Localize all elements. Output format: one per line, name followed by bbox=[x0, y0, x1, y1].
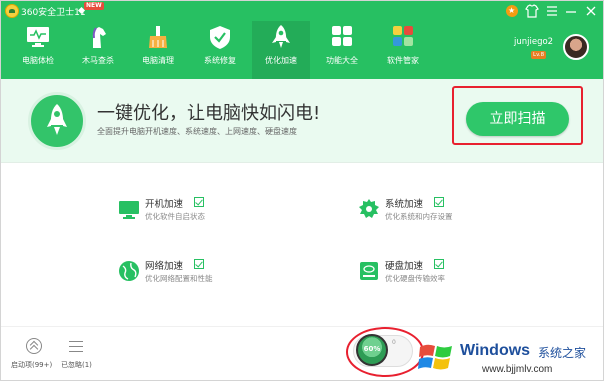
startup-items-label: 启动项(99+) bbox=[11, 361, 53, 369]
feature-title: 系统加速 bbox=[385, 199, 424, 210]
windows-logo-icon bbox=[418, 344, 452, 370]
feature-checkbox[interactable] bbox=[434, 197, 444, 207]
app-window: 360安全卫士11 NEW ★ 电脑体检 木马查杀 电脑清理 系统修复 优化加速… bbox=[0, 0, 604, 381]
grid-icon bbox=[332, 26, 352, 46]
apps-icon bbox=[393, 26, 413, 46]
gear-icon bbox=[359, 199, 379, 218]
scan-now-button[interactable]: 立即扫描 bbox=[466, 102, 569, 136]
tab-system-repair[interactable]: 系统修复 bbox=[191, 21, 249, 79]
feature-title: 硬盘加速 bbox=[385, 261, 424, 272]
monitor-icon bbox=[119, 201, 139, 219]
feature-title: 开机加速 bbox=[145, 199, 184, 210]
feature-title: 网络加速 bbox=[145, 261, 184, 272]
watermark: Windows 系统之家 www.bjjmlv.com bbox=[412, 336, 602, 380]
ignored-items-label: 已忽略(1) bbox=[61, 361, 92, 369]
feature-desc: 优化系统和内存设置 bbox=[385, 212, 453, 221]
horse-icon bbox=[92, 27, 106, 48]
hero-title: 一键优化，让电脑快如闪电! bbox=[97, 103, 321, 124]
title-bar: 360安全卫士11 NEW bbox=[1, 1, 603, 21]
watermark-brand: Windows bbox=[460, 342, 531, 359]
username[interactable]: junjiego2 bbox=[514, 37, 553, 47]
tab-label: 软件管家 bbox=[387, 56, 419, 65]
tab-optimize-speedup[interactable]: 优化加速 bbox=[252, 21, 310, 79]
broom-icon bbox=[149, 26, 167, 48]
double-chevron-up-icon bbox=[26, 338, 42, 354]
skin-shirt-icon[interactable] bbox=[524, 3, 540, 19]
tab-label: 电脑体检 bbox=[22, 56, 54, 65]
feature-boot-speedup[interactable]: 开机加速 优化软件自启状态 bbox=[118, 196, 238, 226]
feature-desc: 优化软件自启状态 bbox=[145, 212, 205, 221]
minimize-icon[interactable] bbox=[563, 3, 579, 19]
header: 360安全卫士11 NEW ★ 电脑体检 木马查杀 电脑清理 系统修复 优化加速… bbox=[1, 1, 603, 79]
avatar[interactable] bbox=[563, 34, 589, 60]
watermark-url: www.bjjmlv.com bbox=[482, 364, 553, 375]
divider bbox=[1, 326, 603, 327]
feature-system-speedup[interactable]: 系统加速 优化系统和内存设置 bbox=[358, 196, 478, 226]
app-title: 360安全卫士11 bbox=[21, 8, 86, 18]
tab-computer-checkup[interactable]: 电脑体检 bbox=[9, 21, 67, 79]
tab-software-manager[interactable]: 软件管家 bbox=[374, 21, 432, 79]
shield-icon bbox=[210, 26, 230, 49]
tab-label: 功能大全 bbox=[326, 56, 358, 65]
feature-checkbox[interactable] bbox=[434, 259, 444, 269]
watermark-cn: 系统之家 bbox=[538, 346, 587, 360]
tab-trojan-scan[interactable]: 木马查杀 bbox=[69, 21, 127, 79]
feature-desc: 优化网络配置和性能 bbox=[145, 274, 213, 283]
tab-label: 系统修复 bbox=[204, 56, 236, 65]
tab-all-functions[interactable]: 功能大全 bbox=[313, 21, 371, 79]
globe-icon bbox=[119, 261, 139, 281]
list-icon bbox=[69, 340, 83, 352]
tab-label: 木马查杀 bbox=[82, 56, 114, 65]
medal-icon[interactable] bbox=[504, 3, 520, 19]
monitor-check-icon bbox=[27, 27, 49, 47]
menu-icon[interactable] bbox=[544, 3, 560, 19]
tab-label: 优化加速 bbox=[265, 56, 297, 65]
new-badge: NEW bbox=[84, 2, 104, 10]
rocket-icon bbox=[272, 25, 290, 48]
feature-disk-speedup[interactable]: 硬盘加速 优化硬盘传输效率 bbox=[358, 258, 478, 288]
app-logo-icon bbox=[5, 4, 19, 18]
user-level-badge: Lv.8 bbox=[531, 51, 547, 59]
close-icon[interactable] bbox=[583, 3, 599, 19]
feature-network-speedup[interactable]: 网络加速 优化网络配置和性能 bbox=[118, 258, 238, 288]
feature-desc: 优化硬盘传输效率 bbox=[385, 274, 445, 283]
startup-items-button[interactable]: 启动项(99+) bbox=[11, 338, 59, 374]
feature-checkbox[interactable] bbox=[194, 197, 204, 207]
feature-checkbox[interactable] bbox=[194, 259, 204, 269]
disk-icon bbox=[360, 262, 378, 280]
ignored-items-button[interactable]: 已忽略(1) bbox=[61, 338, 101, 374]
rocket-icon bbox=[28, 92, 86, 150]
tab-label: 电脑清理 bbox=[142, 56, 174, 65]
tab-computer-cleanup[interactable]: 电脑清理 bbox=[129, 21, 187, 79]
hero-subtitle: 全面提升电脑开机速度、系统速度、上网速度、硬盘速度 bbox=[97, 127, 297, 136]
